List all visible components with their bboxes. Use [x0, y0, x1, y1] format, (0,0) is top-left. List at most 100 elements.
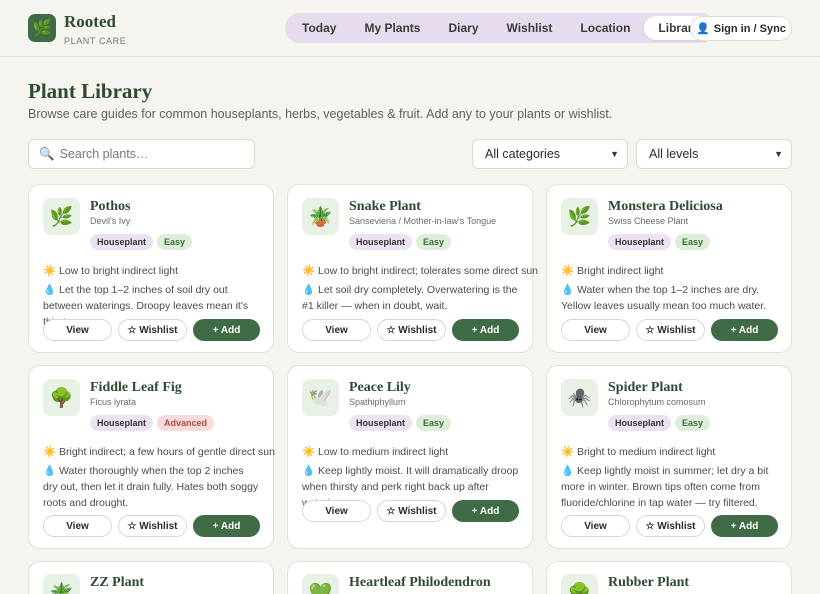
level-value: All levels	[649, 147, 699, 161]
add-button[interactable]: + Add	[452, 500, 519, 522]
wishlist-button[interactable]: ☆ Wishlist	[636, 319, 705, 341]
level-select[interactable]: All levels ▼	[636, 139, 792, 169]
level-badge: Easy	[675, 415, 711, 431]
plant-name: Peace Lily	[349, 380, 411, 395]
light-info: ☀️ Bright to medium indirect light	[561, 446, 716, 458]
plant-name: Fiddle Leaf Fig	[90, 380, 182, 395]
wishlist-button[interactable]: ☆ Wishlist	[636, 515, 705, 537]
add-button[interactable]: + Add	[711, 319, 778, 341]
view-button[interactable]: View	[561, 515, 630, 537]
level-badge: Easy	[416, 234, 452, 250]
plant-latin-name: Swiss Cheese Plant	[608, 216, 689, 226]
wishlist-button[interactable]: ☆ Wishlist	[118, 319, 187, 341]
sign-in-button[interactable]: 👤 Sign in / Sync	[690, 16, 792, 41]
level-badge: Easy	[157, 234, 193, 250]
app-header: 🌿 Rooted PLANT CARE Today My Plants Diar…	[0, 0, 820, 57]
plant-badges: Houseplant Easy	[349, 415, 452, 431]
chevron-down-icon: ▼	[610, 149, 619, 159]
light-info: ☀️ Low to bright indirect light	[43, 265, 179, 277]
brand-subtitle: PLANT CARE	[64, 36, 127, 46]
light-info: ☀️ Bright indirect; a few hours of gentl…	[43, 446, 275, 458]
category-badge: Houseplant	[349, 415, 413, 431]
wishlist-button[interactable]: ☆ Wishlist	[377, 319, 446, 341]
level-badge: Advanced	[157, 415, 215, 431]
plant-badges: Houseplant Easy	[608, 234, 711, 250]
light-info: ☀️ Low to medium indirect light	[302, 446, 449, 458]
add-button[interactable]: + Add	[711, 515, 778, 537]
add-button[interactable]: + Add	[193, 515, 260, 537]
tab-diary[interactable]: Diary	[434, 16, 492, 40]
view-button[interactable]: View	[561, 319, 630, 341]
search-icon: 🔍	[39, 146, 55, 161]
category-select[interactable]: All categories ▼	[472, 139, 628, 169]
page-title: Plant Library	[28, 79, 153, 103]
water-info: 💧 Water when the top 1–2 inches are dry.…	[561, 284, 767, 312]
plant-name: Pothos	[90, 199, 131, 214]
plant-card: 🕊️ Peace Lily Spathiphyllum Houseplant E…	[287, 365, 533, 549]
plant-latin-name: Sansevieria / Mother-in-law's Tongue	[349, 216, 497, 226]
plant-card: 🕷️ Spider Plant Chlorophytum comosum Hou…	[546, 365, 792, 549]
person-icon: 👤	[696, 23, 710, 35]
sign-in-label: Sign in / Sync	[713, 22, 786, 35]
view-button[interactable]: View	[302, 319, 371, 341]
wishlist-button[interactable]: ☆ Wishlist	[377, 500, 446, 522]
plant-badges: Houseplant Easy	[608, 415, 711, 431]
plant-name: Monstera Deliciosa	[608, 199, 723, 214]
plant-card: 🌳 Fiddle Leaf Fig Ficus lyrata Houseplan…	[28, 365, 275, 549]
plant-name: Spider Plant	[608, 380, 683, 395]
view-button[interactable]: View	[43, 319, 112, 341]
plant-icon: 🌿	[561, 198, 598, 235]
plant-latin-name: Spathiphyllum	[349, 397, 406, 407]
plant-name: Heartleaf Philodendron	[349, 575, 491, 590]
tab-today[interactable]: Today	[288, 16, 350, 40]
category-badge: Houseplant	[608, 234, 672, 250]
plant-name: ZZ Plant	[90, 575, 145, 590]
water-info: 💧 Let soil dry completely. Overwatering …	[302, 284, 518, 312]
plant-name: Rubber Plant	[608, 575, 690, 590]
plant-card: 💚 Heartleaf Philodendron	[287, 561, 533, 594]
category-value: All categories	[485, 147, 561, 161]
search-placeholder: Search plants…	[59, 147, 149, 161]
tab-location[interactable]: Location	[566, 16, 644, 40]
plant-card: 🌿 Monstera Deliciosa Swiss Cheese Plant …	[546, 184, 792, 353]
plant-icon: 🕊️	[302, 379, 339, 416]
category-badge: Houseplant	[608, 415, 672, 431]
view-button[interactable]: View	[302, 500, 371, 522]
plant-icon: 🌿	[43, 198, 80, 235]
level-badge: Easy	[416, 415, 452, 431]
plant-card: 🌳 Rubber Plant	[546, 561, 792, 594]
leaf-icon[interactable]: 🌿	[28, 14, 56, 42]
water-info: 💧 Water thoroughly when the top 2 inches…	[43, 465, 259, 509]
plant-badges: Houseplant Advanced	[90, 415, 215, 431]
plant-card: 🪴 ZZ Plant	[28, 561, 274, 594]
add-button[interactable]: + Add	[193, 319, 260, 341]
view-button[interactable]: View	[43, 515, 112, 537]
light-info: ☀️ Low to bright indirect; tolerates som…	[302, 265, 539, 277]
category-badge: Houseplant	[349, 234, 413, 250]
plant-card: 🌿 Pothos Devil's Ivy Houseplant Easy ☀️ …	[28, 184, 274, 353]
category-badge: Houseplant	[90, 415, 154, 431]
brand-title: Rooted	[64, 12, 116, 31]
plant-name: Snake Plant	[349, 199, 421, 214]
level-badge: Easy	[675, 234, 711, 250]
add-button[interactable]: + Add	[452, 319, 519, 341]
plant-icon: 🕷️	[561, 379, 598, 416]
water-info: 💧 Keep lightly moist in summer; let dry …	[561, 465, 769, 509]
search-input[interactable]: 🔍 Search plants…	[28, 139, 255, 169]
plant-icon: 🪴	[302, 198, 339, 235]
wishlist-button[interactable]: ☆ Wishlist	[118, 515, 187, 537]
tab-my-plants[interactable]: My Plants	[350, 16, 434, 40]
plant-icon: 🪴	[43, 574, 80, 594]
plant-icon: 💚	[302, 574, 339, 594]
plant-latin-name: Chlorophytum comosum	[608, 397, 706, 407]
chevron-down-icon: ▼	[774, 149, 783, 159]
tab-wishlist[interactable]: Wishlist	[493, 16, 567, 40]
light-info: ☀️ Bright indirect light	[561, 265, 664, 277]
plant-badges: Houseplant Easy	[349, 234, 452, 250]
plant-card: 🪴 Snake Plant Sansevieria / Mother-in-la…	[287, 184, 539, 353]
plant-latin-name: Devil's Ivy	[90, 216, 131, 226]
brand: Rooted PLANT CARE	[64, 12, 126, 46]
plant-latin-name: Ficus lyrata	[90, 397, 137, 407]
plant-icon: 🌳	[43, 379, 80, 416]
page-subtitle: Browse care guides for common houseplant…	[28, 107, 613, 121]
